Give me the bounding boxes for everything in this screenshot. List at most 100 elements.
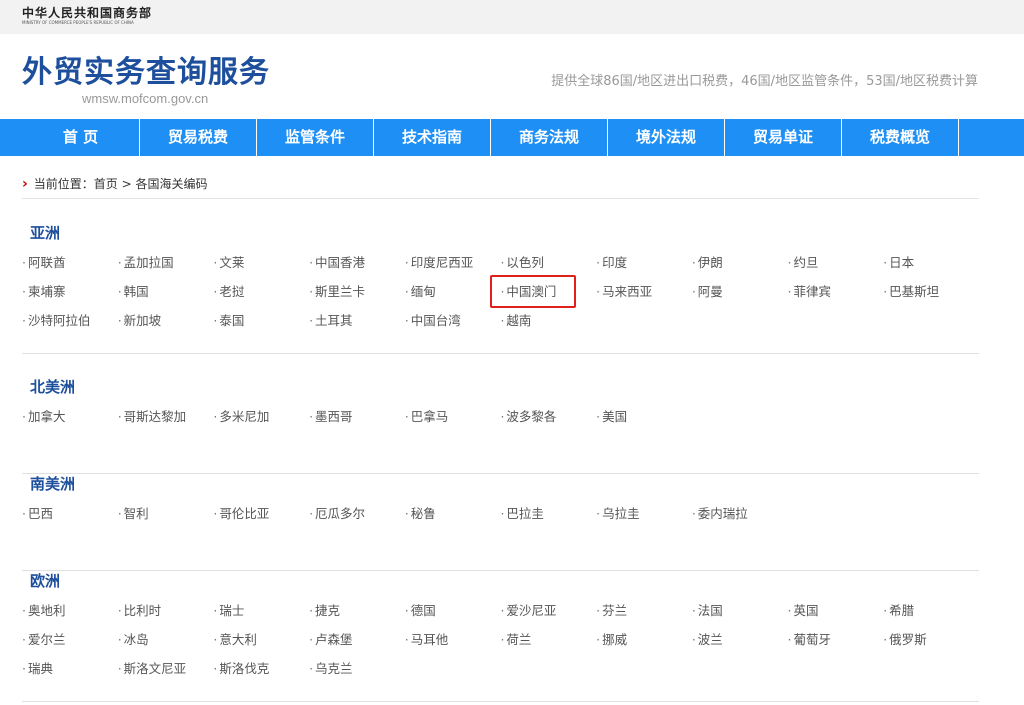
country-link[interactable]: · 越南 [500,312,596,341]
country-link[interactable]: · 智利 [118,505,214,534]
ministry-name-en: MINISTRY OF COMMERCE PEOPLE'S REPUBLIC O… [22,20,134,25]
country-link[interactable]: · 中国澳门 [490,275,596,312]
country-link[interactable]: · 波兰 [692,631,788,660]
country-link[interactable]: · 荷兰 [500,631,596,660]
country-link[interactable]: · 阿曼 [692,283,788,312]
country-link[interactable]: · 新加坡 [118,312,214,341]
country-link[interactable]: · 约旦 [788,254,884,283]
bullet-dot-icon: · [404,313,409,328]
country-link[interactable]: · 俄罗斯 [883,631,979,660]
country-link[interactable]: · 多米尼加 [213,408,309,437]
country-label: 土耳其 [315,313,353,328]
nav-item-7[interactable]: 税费概览 [841,119,958,156]
country-link[interactable]: · 日本 [883,254,979,283]
country-link[interactable]: · 爱沙尼亚 [500,602,596,631]
country-link[interactable]: · 波多黎各 [500,408,596,437]
country-link[interactable]: · 葡萄牙 [788,631,884,660]
country-link[interactable]: · 瑞士 [213,602,309,631]
breadcrumb-home-link[interactable]: 首页 [94,177,118,191]
country-link[interactable]: · 巴基斯坦 [883,283,979,312]
site-domain: wmsw.mofcom.gov.cn [82,91,209,106]
region-title: 南美洲 [30,475,76,493]
country-label: 芬兰 [602,603,628,618]
country-link[interactable]: · 菲律宾 [788,283,884,312]
country-link[interactable]: · 墨西哥 [309,408,405,437]
country-link[interactable]: · 委内瑞拉 [692,505,788,534]
country-link[interactable]: · 巴拉圭 [500,505,596,534]
country-link[interactable]: · 挪威 [596,631,692,660]
country-link[interactable]: · 斯里兰卡 [309,283,405,312]
country-link[interactable]: · 哥斯达黎加 [118,408,214,437]
country-link[interactable]: · 马耳他 [405,631,501,660]
bullet-dot-icon: · [22,603,26,618]
country-link[interactable]: · 秘鲁 [405,505,501,534]
country-link[interactable]: · 瑞典 [22,660,118,689]
country-link[interactable]: · 阿联酋 [22,254,118,283]
country-link[interactable]: · 希腊 [883,602,979,631]
country-label: 委内瑞拉 [697,506,748,521]
country-link[interactable]: · 斯洛伐克 [213,660,309,689]
bullet-dot-icon: · [500,632,505,647]
country-link[interactable]: · 巴西 [22,505,118,534]
nav-item-0[interactable]: 首 页 [22,119,139,156]
country-label: 巴基斯坦 [889,284,940,299]
country-link[interactable]: · 泰国 [213,312,309,341]
nav-item-6[interactable]: 贸易单证 [724,119,841,156]
country-link[interactable]: · 乌克兰 [309,660,405,689]
country-link[interactable]: · 柬埔寨 [22,283,118,312]
country-label: 中国香港 [315,255,366,270]
site-title[interactable]: 外贸实务查询服务 [22,54,270,92]
country-link[interactable]: · 厄瓜多尔 [309,505,405,534]
country-list: · 巴西 · 智利 · 哥伦比亚 · 厄瓜多尔 · 秘鲁 · 巴拉圭 · 乌拉圭 · 委内瑞拉 [22,505,979,534]
country-link[interactable]: · 卢森堡 [309,631,405,660]
bullet-dot-icon: · [213,284,218,299]
ministry-logo[interactable]: 中华人民共和国商务部 MINISTRY OF COMMERCE PEOPLE'S… [22,6,152,26]
country-link[interactable]: · 土耳其 [309,312,405,341]
country-link[interactable]: · 英国 [788,602,884,631]
country-link[interactable]: · 中国香港 [309,254,405,283]
nav-item-4[interactable]: 商务法规 [490,119,607,156]
bullet-dot-icon: · [117,506,122,521]
nav-item-3[interactable]: 技术指南 [373,119,490,156]
country-link[interactable]: · 伊朗 [692,254,788,283]
country-link[interactable]: · 捷克 [309,602,405,631]
country-link[interactable]: · 韩国 [118,283,214,312]
country-link[interactable]: · 比利时 [118,602,214,631]
nav-item-2[interactable]: 监管条件 [256,119,373,156]
country-link[interactable]: · 巴拿马 [405,408,501,437]
country-label: 美国 [602,409,628,424]
country-link[interactable]: · 德国 [405,602,501,631]
country-label: 巴拉圭 [506,506,544,521]
country-link[interactable]: · 文莱 [213,254,309,283]
country-link[interactable]: · 冰岛 [118,631,214,660]
country-link[interactable]: · 乌拉圭 [596,505,692,534]
country-link[interactable]: · 意大利 [213,631,309,660]
region-title: 亚洲 [30,224,61,242]
bullet-dot-icon: · [787,255,792,270]
country-link[interactable]: · 印度 [596,254,692,283]
country-list: · 奥地利 · 比利时 · 瑞士 · 捷克 · 德国 · 爱沙尼亚 · 芬兰 · 法国 · 英国 · 希腊 · 爱尔兰 · 冰… [22,602,979,689]
country-link[interactable]: · 中国台湾 [405,312,501,341]
country-link[interactable]: · 孟加拉国 [118,254,214,283]
nav-item-5[interactable]: 境外法规 [607,119,724,156]
country-link[interactable]: · 爱尔兰 [22,631,118,660]
country-link[interactable]: · 法国 [692,602,788,631]
country-link[interactable]: · 美国 [596,408,692,437]
country-link[interactable]: · 马来西亚 [596,283,692,312]
bullet-dot-icon: · [309,255,314,270]
country-link[interactable]: · 缅甸 [405,283,501,312]
region-title: 欧洲 [30,572,61,590]
country-label: 巴拿马 [410,409,449,424]
country-link[interactable]: · 沙特阿拉伯 [22,312,118,341]
country-link[interactable]: · 芬兰 [596,602,692,631]
country-label: 沙特阿拉伯 [27,313,91,328]
country-link[interactable]: · 奥地利 [22,602,118,631]
bullet-dot-icon: · [22,313,26,328]
country-link[interactable]: · 印度尼西亚 [405,254,501,283]
country-link[interactable]: · 哥伦比亚 [213,505,309,534]
country-link[interactable]: · 老挝 [213,283,309,312]
country-link[interactable]: · 斯洛文尼亚 [118,660,214,689]
nav-item-1[interactable]: 贸易税费 [139,119,256,156]
country-link[interactable]: · 加拿大 [22,408,118,437]
bullet-dot-icon: · [596,409,601,424]
